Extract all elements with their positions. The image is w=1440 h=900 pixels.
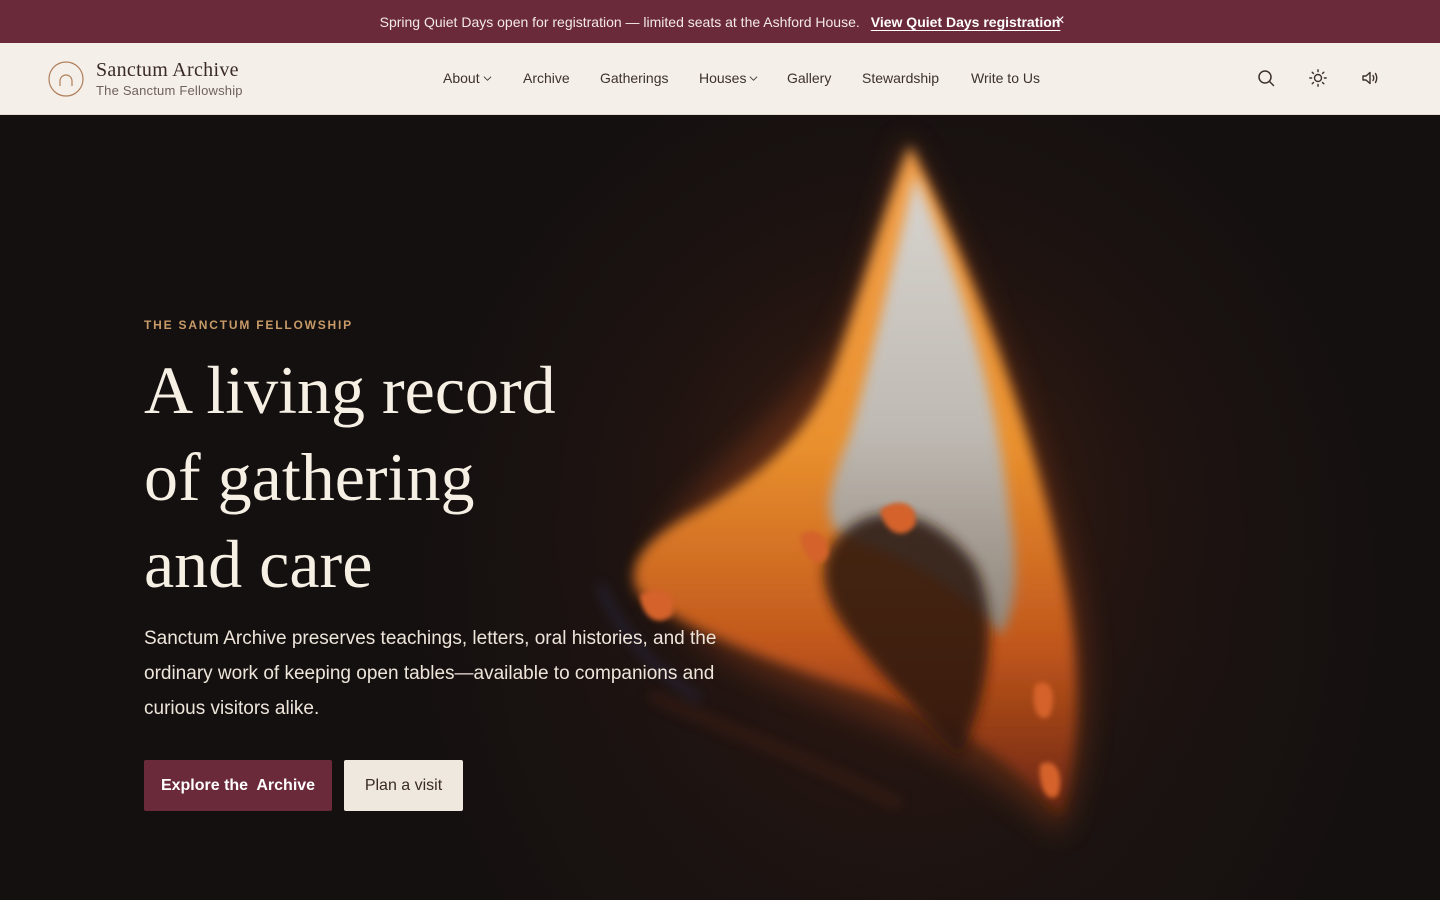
hero-lede: Sanctum Archive preserves teachings, let… — [144, 628, 717, 719]
nav-gatherings-label: Gatherings — [600, 70, 669, 86]
close-icon[interactable]: × — [1052, 11, 1068, 31]
nav-about-label: About — [443, 70, 480, 86]
announcement-message: Spring Quiet Days open for registration … — [379, 13, 860, 30]
nav-gatherings[interactable]: Gatherings — [600, 70, 668, 86]
search-icon[interactable] — [1256, 68, 1276, 88]
nav-archive[interactable]: Archive — [523, 70, 570, 86]
hero-headline-line-3: and care — [144, 526, 373, 602]
nav-stewardship-label: Stewardship — [862, 70, 940, 86]
hero-headline-line-1: A living record — [144, 352, 556, 428]
nav-about[interactable]: About — [443, 70, 492, 86]
nav-write-to-us[interactable]: Write to Us — [971, 70, 1040, 86]
nav-stewardship[interactable]: Stewardship — [862, 70, 939, 86]
speaker-icon[interactable] — [1360, 68, 1380, 88]
announcement-bar: Spring Quiet Days open for registration … — [0, 0, 1440, 43]
site-header: Sanctum Archive The Sanctum Fellowship A… — [0, 43, 1440, 115]
plan-visit-button[interactable]: Plan a visit — [344, 760, 463, 811]
chevron-down-icon — [483, 75, 492, 81]
hero-section: THE SANCTUM FELLOWSHIP A living record o… — [0, 115, 1440, 900]
hero-eyebrow: THE SANCTUM FELLOWSHIP — [144, 318, 353, 332]
nav-archive-label: Archive — [523, 70, 570, 86]
arch-circle-icon[interactable] — [48, 61, 84, 97]
hero-headline-line-2: of gathering — [144, 439, 475, 515]
brand-name[interactable]: Sanctum Archive — [96, 59, 239, 82]
nav-gallery[interactable]: Gallery — [787, 70, 831, 86]
nav-write-to-us-label: Write to Us — [971, 70, 1040, 86]
sun-icon[interactable] — [1308, 68, 1328, 88]
quiet-days-registration-link[interactable]: View Quiet Days registration — [871, 14, 1061, 30]
nav-gallery-label: Gallery — [787, 70, 832, 86]
nav-houses[interactable]: Houses — [699, 70, 758, 86]
hero-headline: A living record of gathering and care — [144, 347, 784, 608]
nav-houses-label: Houses — [699, 70, 747, 86]
brand-subtitle: The Sanctum Fellowship — [96, 83, 243, 98]
explore-archive-button[interactable]: Explore the Archive — [144, 760, 332, 811]
chevron-down-icon — [750, 75, 758, 81]
